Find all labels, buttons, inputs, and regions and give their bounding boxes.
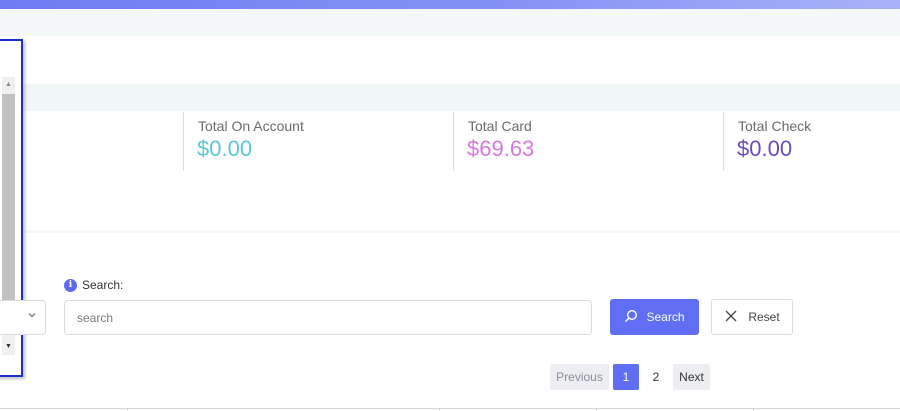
stat-divider: [183, 112, 184, 171]
filter-select[interactable]: [0, 300, 46, 335]
search-button-label: Search: [646, 310, 685, 324]
stat-label-on-account: Total On Account: [198, 118, 304, 134]
scroll-up-arrow-icon[interactable]: ▲: [2, 77, 15, 93]
scrollbar-thumb[interactable]: [2, 94, 15, 320]
stat-divider: [723, 112, 724, 171]
stat-label-check: Total Check: [738, 118, 812, 134]
top-header-bar: [0, 0, 900, 9]
stat-value-card: $69.63: [467, 136, 535, 161]
search-button[interactable]: Search: [610, 299, 699, 335]
reset-button-label: Reset: [748, 310, 780, 324]
stat-value-check: $0.00: [737, 136, 793, 161]
reset-button[interactable]: Reset: [711, 299, 793, 335]
stat-value-on-account: $0.00: [197, 136, 253, 161]
stats-header-band: [0, 84, 900, 111]
search-icon: [624, 309, 638, 326]
close-icon: [724, 309, 738, 326]
pagination-page-2[interactable]: 2: [643, 364, 669, 390]
pagination-page-1[interactable]: 1: [613, 364, 639, 390]
stat-label-card: Total Card: [468, 118, 532, 134]
chevron-down-icon: [27, 310, 37, 323]
header-band: [0, 9, 900, 36]
pagination-next[interactable]: Next: [673, 364, 710, 390]
section-divider: [0, 230, 900, 233]
search-input[interactable]: [64, 300, 592, 335]
scroll-down-arrow-icon[interactable]: ▼: [2, 339, 15, 355]
info-icon: i: [64, 278, 77, 292]
table-header-border: [0, 408, 900, 409]
stat-divider: [453, 112, 454, 171]
search-label: i Search:: [64, 278, 123, 292]
pagination-previous[interactable]: Previous: [550, 364, 609, 390]
search-label-text: Search:: [82, 278, 124, 292]
